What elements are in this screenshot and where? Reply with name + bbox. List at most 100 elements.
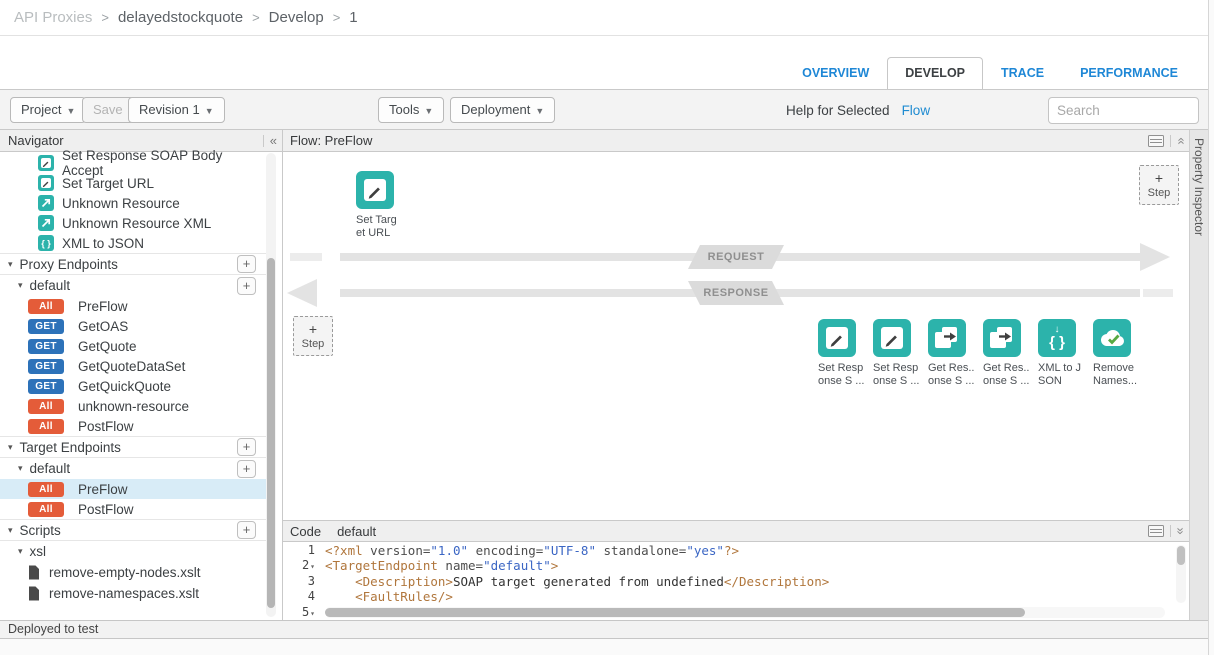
divider — [1170, 135, 1171, 147]
expand-caret-icon[interactable]: ▾ — [18, 280, 23, 291]
assign-message-icon — [38, 155, 54, 171]
flow-step-remove-names[interactable]: Remove Names... — [1093, 319, 1131, 388]
panel-layout-icon[interactable] — [1148, 135, 1164, 147]
method-badge: GET — [28, 319, 64, 334]
code-line-2[interactable]: 2▾<TargetEndpoint name="default"> — [283, 558, 1189, 573]
code-panel-title: Code — [290, 524, 321, 539]
scrollbar-thumb[interactable] — [325, 608, 1025, 617]
plus-icon: + — [1155, 172, 1163, 185]
navigator-title: Navigator — [8, 133, 64, 148]
code-line-4[interactable]: 4 <FaultRules/> — [283, 589, 1189, 604]
flow-step-label: Set Resp onse S ... — [873, 362, 931, 388]
expand-caret-icon[interactable]: ▾ — [18, 546, 23, 557]
expand-caret-icon[interactable]: ▾ — [8, 259, 13, 270]
expand-caret-icon[interactable]: ▾ — [8, 442, 13, 453]
method-badge: All — [28, 399, 64, 414]
expand-caret-icon[interactable]: ▾ — [8, 525, 13, 536]
assign-message-icon[interactable] — [818, 319, 856, 357]
breadcrumb-revision[interactable]: 1 — [349, 9, 357, 26]
navigator-item-default[interactable]: ▾default+ — [0, 275, 266, 296]
flow-step-get-res-onse-s[interactable]: Get Res.. onse S ... — [983, 319, 1021, 388]
item-label: PreFlow — [78, 299, 128, 314]
tools-menu-button[interactable]: Tools▼ — [378, 97, 444, 123]
navigator-item-preflow[interactable]: All PreFlow — [0, 296, 266, 316]
navigator-item-preflow[interactable]: AllPreFlow — [0, 479, 266, 499]
add-button[interactable]: + — [237, 460, 256, 478]
navigator-item-xml-to-json[interactable]: { }XML to JSON — [0, 233, 266, 253]
navigator-item-postflow[interactable]: AllPostFlow — [0, 416, 266, 436]
xml-to-json-icon[interactable]: ↓{ } — [1038, 319, 1076, 357]
fold-caret-icon[interactable]: ▾ — [310, 562, 315, 571]
add-button[interactable]: + — [237, 521, 256, 539]
navigator-item-getquote[interactable]: GETGetQuote — [0, 336, 266, 356]
navigator-item-remove-namespaces-xslt[interactable]: remove-namespaces.xslt — [0, 583, 266, 604]
code-tab-default[interactable]: default — [337, 524, 376, 539]
scrollbar-thumb[interactable] — [267, 258, 275, 608]
collapse-down-icon[interactable]: » — [1175, 527, 1185, 534]
navigator-item-target-endpoints[interactable]: ▾Target Endpoints+ — [0, 436, 266, 458]
assign-message-icon[interactable] — [356, 171, 394, 209]
flow-panel: Flow: PreFlow » Set Targ et URL + — [283, 130, 1189, 620]
assign-message-icon[interactable] — [873, 319, 911, 357]
collapse-panel-icon[interactable]: « — [270, 133, 277, 148]
extract-variables-icon[interactable] — [928, 319, 966, 357]
property-inspector-strip[interactable]: Property Inspector — [1189, 130, 1208, 620]
code-editor[interactable]: 1<?xml version="1.0" encoding="UTF-8" st… — [283, 543, 1189, 620]
flow-step-set-resp-onse-s[interactable]: Set Resp onse S ... — [818, 319, 856, 388]
fold-caret-icon[interactable]: ▾ — [310, 609, 315, 618]
item-label: Unknown Resource XML — [62, 216, 211, 231]
add-button[interactable]: + — [237, 438, 256, 456]
navigator-scrollbar[interactable] — [266, 153, 276, 617]
navigator-item-unknown-resource[interactable]: Unknown Resource — [0, 193, 266, 213]
code-line-1[interactable]: 1<?xml version="1.0" encoding="UTF-8" st… — [283, 543, 1189, 558]
add-button[interactable]: + — [237, 277, 256, 295]
method-badge: All — [28, 299, 64, 314]
add-step-button[interactable]: + Step — [1139, 165, 1179, 205]
breadcrumb-develop[interactable]: Develop — [269, 9, 324, 26]
add-step-button[interactable]: + Step — [293, 316, 333, 356]
navigator-item-scripts[interactable]: ▾Scripts+ — [0, 519, 266, 541]
help-flow-link[interactable]: Flow — [902, 103, 931, 118]
code-horizontal-scrollbar[interactable] — [325, 607, 1165, 618]
navigator-item-remove-empty-nodes-xslt[interactable]: remove-empty-nodes.xslt — [0, 562, 266, 583]
save-button[interactable]: Save — [82, 97, 134, 123]
flow-step-get-res-onse-s[interactable]: Get Res.. onse S ... — [928, 319, 966, 388]
item-label: remove-namespaces.xslt — [49, 586, 199, 601]
flow-step-set-target-url[interactable]: Set Targ et URL — [356, 171, 416, 240]
flow-step-set-resp-onse-s[interactable]: Set Resp onse S ... — [873, 319, 911, 388]
add-button[interactable]: + — [237, 255, 256, 273]
breadcrumb-separator: > — [101, 10, 109, 25]
tab-trace[interactable]: TRACE — [983, 57, 1062, 90]
navigator-item-proxy-endpoints[interactable]: ▾Proxy Endpoints+ — [0, 253, 266, 275]
navigator-item-unknown-resource-xml[interactable]: Unknown Resource XML — [0, 213, 266, 233]
extract-variables-icon[interactable] — [983, 319, 1021, 357]
navigator-item-set-response-soap-body-accept[interactable]: Set Response SOAP Body Accept — [0, 153, 266, 173]
remove-namespaces-icon[interactable] — [1093, 319, 1131, 357]
revision-menu-button[interactable]: Revision 1▼ — [128, 97, 225, 123]
tab-performance[interactable]: PERFORMANCE — [1062, 57, 1196, 90]
expand-caret-icon[interactable]: ▾ — [18, 463, 23, 474]
project-menu-button[interactable]: Project▼ — [10, 97, 86, 123]
navigator-item-default[interactable]: ▾default+ — [0, 458, 266, 479]
tab-develop[interactable]: DEVELOP — [887, 57, 983, 90]
search-input[interactable] — [1048, 97, 1199, 124]
navigator-item-getquotedataset[interactable]: GETGetQuoteDataSet — [0, 356, 266, 376]
navigator-item-getquickquote[interactable]: GETGetQuickQuote — [0, 376, 266, 396]
flow-step-xml-to-j-son[interactable]: ↓{ }XML to J SON — [1038, 319, 1076, 388]
code-line-3[interactable]: 3 <Description>SOAP target generated fro… — [283, 574, 1189, 589]
breadcrumb-root[interactable]: API Proxies — [14, 9, 92, 26]
panel-layout-icon[interactable] — [1148, 525, 1164, 537]
flow-step-label: Set Resp onse S ... — [818, 362, 876, 388]
deployment-menu-button[interactable]: Deployment▼ — [450, 97, 555, 123]
navigator-item-postflow[interactable]: AllPostFlow — [0, 499, 266, 519]
code-vertical-scrollbar[interactable] — [1176, 545, 1186, 603]
scrollbar-thumb[interactable] — [1177, 546, 1185, 565]
breadcrumb-proxy[interactable]: delayedstockquote — [118, 9, 243, 26]
divider — [1170, 525, 1171, 537]
navigator-item-xsl[interactable]: ▾xsl — [0, 541, 266, 562]
request-label: REQUEST — [688, 245, 784, 269]
collapse-up-icon[interactable]: » — [1175, 137, 1185, 144]
navigator-item-unknown-resource[interactable]: Allunknown-resource — [0, 396, 266, 416]
navigator-item-getoas[interactable]: GETGetOAS — [0, 316, 266, 336]
tab-overview[interactable]: OVERVIEW — [784, 57, 887, 90]
